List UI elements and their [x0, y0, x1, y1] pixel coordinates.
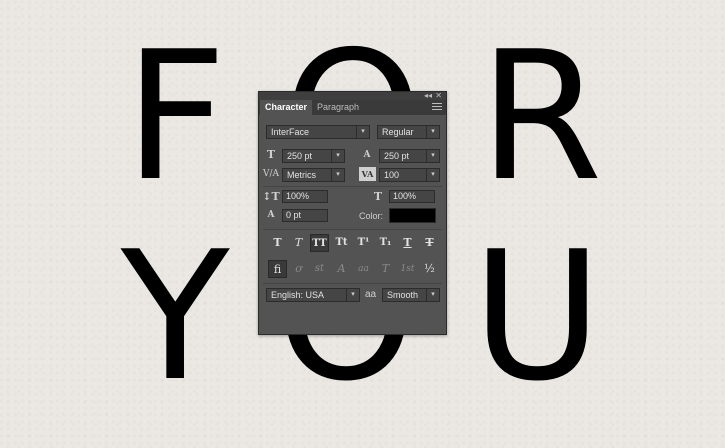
text-color-swatch[interactable]: [389, 208, 436, 223]
divider: [263, 229, 442, 230]
color-label: Color:: [359, 211, 384, 221]
tracking-icon: VA: [359, 167, 376, 181]
faux-bold-button[interactable]: T: [268, 234, 287, 252]
faux-italic-button[interactable]: T: [289, 234, 308, 252]
standard-ligatures-button[interactable]: fi: [268, 260, 287, 278]
panel-tabs: Character Paragraph: [259, 100, 446, 115]
baseline-shift-field[interactable]: 0 pt: [282, 209, 328, 222]
font-size-value: 250 pt: [287, 151, 313, 161]
superscript-button[interactable]: T¹: [354, 234, 373, 252]
collapse-icon[interactable]: ◂◂: [424, 91, 432, 100]
titling-alternates-button[interactable]: T: [376, 260, 395, 278]
chevron-down-icon: ▾: [331, 150, 344, 162]
divider: [263, 283, 442, 284]
antialias-dropdown[interactable]: Smooth ▾: [382, 288, 440, 302]
leading-field[interactable]: 250 pt ▾: [379, 149, 440, 163]
vertical-scale-icon: ↕T: [262, 190, 280, 203]
small-caps-button[interactable]: Tt: [332, 234, 351, 252]
chevron-down-icon: ▾: [426, 126, 439, 138]
language-value: English: USA: [271, 290, 325, 300]
all-caps-button[interactable]: TT: [310, 234, 329, 252]
font-family-value: InterFace: [271, 127, 310, 137]
kerning-dropdown[interactable]: Metrics ▾: [282, 168, 345, 182]
chevron-down-icon: ▾: [426, 150, 439, 162]
leading-icon: A: [363, 150, 371, 160]
font-style-value: Regular: [382, 127, 414, 137]
kerning-value: Metrics: [287, 170, 316, 180]
font-size-icon: T: [266, 148, 276, 161]
baseline-shift-icon: A: [267, 210, 275, 220]
horizontal-scale-field[interactable]: 100%: [389, 190, 435, 203]
chevron-down-icon: ▾: [426, 169, 439, 181]
chevron-down-icon: ▾: [426, 289, 439, 301]
vertical-scale-field[interactable]: 100%: [282, 190, 328, 203]
strikethrough-button[interactable]: T: [420, 234, 439, 252]
underline-button[interactable]: T: [398, 234, 417, 252]
antialias-value: Smooth: [387, 290, 419, 300]
close-icon[interactable]: ✕: [435, 91, 442, 100]
chevron-down-icon: ▾: [346, 289, 359, 301]
panel-menu-icon[interactable]: [432, 103, 442, 111]
chevron-down-icon: ▾: [331, 169, 344, 181]
swash-button[interactable]: A: [332, 260, 351, 278]
font-size-field[interactable]: 250 pt ▾: [282, 149, 345, 163]
subscript-button[interactable]: T₁: [376, 234, 395, 252]
discretionary-ligatures-button[interactable]: st: [310, 260, 329, 278]
font-family-dropdown[interactable]: InterFace ▾: [266, 125, 370, 139]
kerning-icon: V/A: [262, 169, 280, 179]
leading-value: 250 pt: [384, 151, 410, 161]
opentype-buttons: fi ơ st A aa T 1st ½: [266, 260, 441, 278]
font-style-dropdown[interactable]: Regular ▾: [377, 125, 440, 139]
tab-paragraph[interactable]: Paragraph: [312, 100, 364, 115]
tracking-dropdown[interactable]: 100 ▾: [379, 168, 440, 182]
language-dropdown[interactable]: English: USA ▾: [266, 288, 360, 302]
chevron-down-icon: ▾: [356, 126, 369, 138]
contextual-alternates-button[interactable]: ơ: [289, 260, 308, 278]
antialias-icon: aa: [365, 289, 377, 300]
tab-character[interactable]: Character: [260, 100, 313, 115]
horizontal-scale-icon: T: [373, 190, 383, 203]
fractions-button[interactable]: ½: [420, 260, 439, 278]
ordinals-button[interactable]: 1st: [398, 260, 417, 278]
tracking-value: 100: [384, 170, 400, 180]
divider: [263, 186, 442, 187]
stylistic-alternates-button[interactable]: aa: [354, 260, 373, 278]
panel-title-bar[interactable]: ◂◂ ✕: [259, 91, 446, 100]
type-style-buttons: T T TT Tt T¹ T₁ T T: [266, 234, 441, 252]
character-panel: ◂◂ ✕ Character Paragraph InterFace ▾ Reg…: [258, 91, 447, 335]
